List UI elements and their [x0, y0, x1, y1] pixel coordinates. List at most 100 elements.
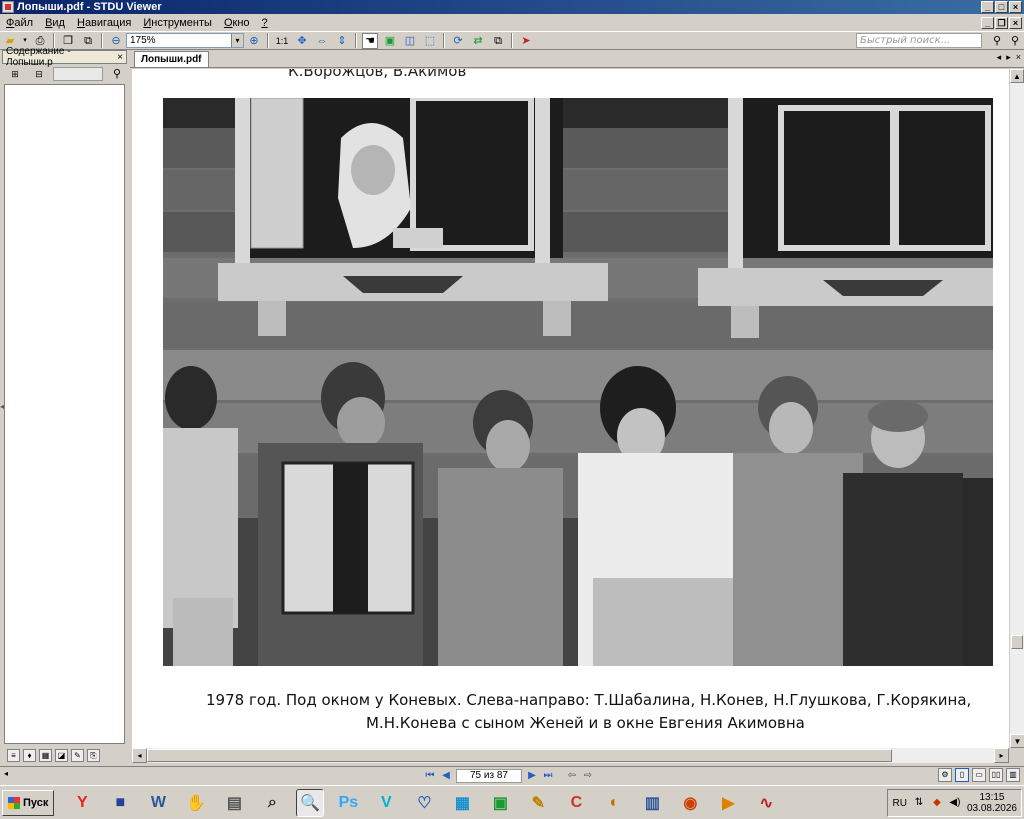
horizontal-scrollbar[interactable]: ◂ ▸: [132, 748, 1009, 763]
back-icon[interactable]: ⇦: [566, 770, 578, 781]
bookmark-icon[interactable]: ➤: [518, 33, 534, 49]
taskbar-apps: Y ■ W ✋ ▤ ⌕ 🔍 Ps V ♡ ▦ ▣ ✎ C ◐ ▥ ◉ ▶ ∿: [68, 788, 780, 817]
start-label: Пуск: [23, 796, 49, 809]
select-text-icon[interactable]: ▣: [382, 33, 398, 49]
pocket-icon[interactable]: ♡: [410, 789, 438, 817]
hand-tool-icon[interactable]: ☚: [362, 32, 378, 49]
binoculars-icon[interactable]: ⚲: [989, 33, 1005, 49]
scanner-icon[interactable]: ▤: [220, 789, 248, 817]
menu-window[interactable]: Окно: [218, 17, 256, 29]
hand-tool-icon[interactable]: ✋: [182, 789, 210, 817]
save-disk-icon[interactable]: ■: [106, 789, 134, 817]
horizontal-scroll-thumb[interactable]: [147, 749, 892, 762]
clock[interactable]: 13:15 03.08.2026: [967, 792, 1017, 814]
first-page-icon[interactable]: ⏮: [424, 770, 436, 781]
audio-editor-icon[interactable]: ∿: [752, 789, 780, 817]
network-icon[interactable]: ⇅: [913, 797, 925, 809]
settings-gear-icon[interactable]: ⚙: [938, 768, 952, 782]
chevron-down-icon[interactable]: ▾: [231, 34, 243, 47]
select-area-icon[interactable]: ⬚: [422, 33, 438, 49]
tab-prev-icon[interactable]: ◂: [997, 52, 1002, 63]
two-page-continuous-icon[interactable]: ▥: [1006, 768, 1020, 782]
scroll-right-icon[interactable]: ▸: [994, 748, 1009, 763]
sound-icon[interactable]: ◀): [949, 797, 961, 809]
copy-icon[interactable]: ⧉: [490, 33, 506, 49]
contents-icon[interactable]: ≡: [7, 749, 20, 762]
close-icon[interactable]: ×: [117, 52, 123, 63]
brush-icon[interactable]: ✎: [524, 789, 552, 817]
snapshot-icon[interactable]: ◫: [402, 33, 418, 49]
quick-search-input[interactable]: Быстрый поиск...: [856, 33, 982, 48]
last-page-icon[interactable]: ⏭: [542, 770, 554, 781]
menu-navigation[interactable]: Навигация: [71, 17, 137, 29]
sidebar-search-input[interactable]: [53, 67, 103, 81]
single-page-icon[interactable]: ▯: [955, 768, 969, 782]
vertical-scroll-thumb[interactable]: [1011, 635, 1023, 649]
palette-icon[interactable]: ◐: [600, 789, 628, 817]
expand-all-icon[interactable]: ⊞: [7, 66, 23, 82]
contents-panel[interactable]: [4, 84, 125, 744]
sidebar-tab[interactable]: Содержание - Лопыши.р ×: [2, 46, 127, 68]
yandex-browser-icon[interactable]: Y: [68, 789, 96, 817]
close-button[interactable]: ×: [1009, 1, 1022, 13]
swap-pages-icon[interactable]: ⇄: [470, 33, 486, 49]
menu-view[interactable]: Вид: [39, 17, 71, 29]
document-viewer-icon[interactable]: ▥: [638, 789, 666, 817]
menu-tools[interactable]: Инструменты: [137, 17, 218, 29]
calculator-icon[interactable]: ▣: [486, 789, 514, 817]
toolbar-separator: [355, 33, 357, 48]
annotations-icon[interactable]: ✎: [71, 749, 84, 762]
find-next-icon[interactable]: ⚲: [1007, 33, 1023, 49]
security-icon[interactable]: ◆: [931, 797, 943, 809]
maximize-button[interactable]: □: [995, 1, 1008, 13]
doc-restore-button[interactable]: ❐: [995, 16, 1008, 29]
zoom-select[interactable]: 175% ▾: [126, 33, 244, 48]
menu-help[interactable]: ?: [256, 17, 274, 29]
scroll-up-icon[interactable]: ▲: [1010, 69, 1024, 83]
page-number-field[interactable]: 75 из 87: [456, 768, 522, 783]
film-editor-icon[interactable]: ▦: [448, 789, 476, 817]
binoculars-icon[interactable]: ⚲: [109, 66, 125, 82]
sidebar-toggle-icon[interactable]: ◂: [0, 402, 4, 411]
search-app-icon[interactable]: ⌕: [258, 789, 286, 817]
pdf-page[interactable]: К.Ворожцов, В.Акимов 1978 год. Под окном…: [132, 69, 1009, 748]
language-indicator[interactable]: RU: [892, 798, 906, 809]
scroll-down-icon[interactable]: ▼: [1010, 734, 1024, 748]
actual-size-button[interactable]: 1:1: [274, 33, 290, 49]
menu-file[interactable]: Файл: [0, 17, 39, 29]
doc-close-button[interactable]: ×: [1009, 16, 1022, 29]
forward-icon[interactable]: ⇨: [582, 770, 594, 781]
layers-icon[interactable]: ◪: [55, 749, 68, 762]
bookmarks-icon[interactable]: ♦: [23, 749, 36, 762]
collapse-all-icon[interactable]: ⊟: [31, 66, 47, 82]
thumbnails-icon[interactable]: ▦: [39, 749, 52, 762]
next-page-icon[interactable]: ▶: [526, 770, 538, 781]
vector-app-icon[interactable]: V: [372, 789, 400, 817]
right-window: [698, 98, 993, 338]
status-left-arrow-icon[interactable]: ◂: [4, 769, 8, 778]
scroll-left-icon[interactable]: ◂: [132, 748, 147, 763]
ccleaner-icon[interactable]: C: [562, 789, 590, 817]
tab-close-icon[interactable]: ×: [1016, 52, 1021, 63]
two-page-icon[interactable]: ▯▯: [989, 768, 1003, 782]
word-document-icon[interactable]: W: [144, 789, 172, 817]
vertical-scrollbar[interactable]: ▲ ▼: [1009, 69, 1024, 748]
doc-minimize-button[interactable]: _: [981, 16, 994, 29]
photoshop-icon[interactable]: Ps: [334, 789, 362, 817]
fit-height-icon[interactable]: ⇕: [334, 33, 350, 49]
tab-next-icon[interactable]: ▸: [1006, 52, 1011, 63]
rotate-icon[interactable]: ⟳: [450, 33, 466, 49]
magnifier-viewer-icon[interactable]: 🔍: [296, 788, 325, 817]
zoom-in-icon[interactable]: ⊕: [246, 33, 262, 49]
previous-page-icon[interactable]: ◀: [440, 770, 452, 781]
fit-width-icon[interactable]: ⇔: [314, 33, 330, 49]
attachments-icon[interactable]: ⎘: [87, 749, 100, 762]
system-tray: RU ⇅ ◆ ◀) 13:15 03.08.2026: [887, 789, 1022, 817]
eye-app-icon[interactable]: ◉: [676, 789, 704, 817]
minimize-button[interactable]: _: [981, 1, 994, 13]
continuous-page-icon[interactable]: ▭: [972, 768, 986, 782]
fit-page-icon[interactable]: ✥: [294, 33, 310, 49]
media-player-icon[interactable]: ▶: [714, 789, 742, 817]
start-button[interactable]: Пуск: [2, 789, 55, 816]
tab-document[interactable]: Лопыши.pdf: [134, 51, 209, 67]
